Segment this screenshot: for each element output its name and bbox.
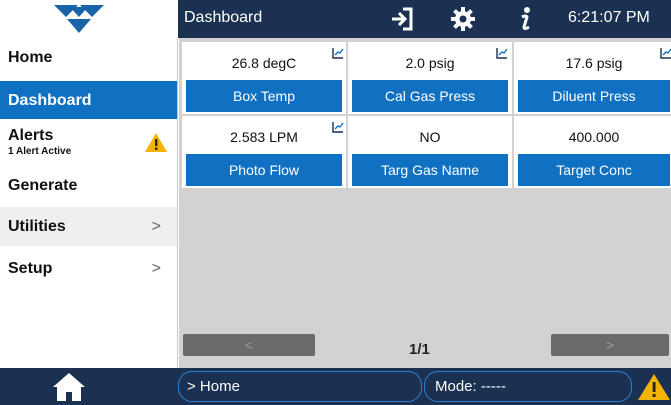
bottom-bar: > Home Mode: ----- xyxy=(0,368,671,405)
prev-page-button[interactable]: < xyxy=(183,334,315,356)
gear-icon[interactable] xyxy=(450,6,476,32)
tile-value: 2.0 psig xyxy=(405,55,455,71)
tile-value: 2.583 LPM xyxy=(230,129,298,145)
top-bar: Dashboard 6:21:07 PM xyxy=(0,0,671,38)
logout-icon[interactable] xyxy=(389,6,415,32)
home-button[interactable] xyxy=(52,372,86,402)
sidebar-item-utilities[interactable]: Utilities > xyxy=(0,207,177,246)
sidebar-item-label: Home xyxy=(8,49,53,66)
sidebar: Home Dashboard Alerts 1 Alert Active Gen… xyxy=(0,38,178,368)
alert-button[interactable] xyxy=(637,373,671,401)
dashboard-tile[interactable]: 400.000 Target Conc xyxy=(514,116,671,188)
dashboard-tile[interactable]: 26.8 degC Box Temp xyxy=(182,42,346,114)
sidebar-item-label: Alerts xyxy=(8,127,54,144)
graph-icon[interactable] xyxy=(332,121,344,133)
dashboard-tile[interactable]: NO Targ Gas Name xyxy=(348,116,512,188)
chevron-right-icon: > xyxy=(151,218,161,235)
sidebar-item-label: Generate xyxy=(8,177,78,194)
tile-value: NO xyxy=(419,129,441,145)
warning-icon xyxy=(638,374,670,400)
sidebar-item-label: Setup xyxy=(8,260,53,277)
tile-name: Photo Flow xyxy=(186,154,342,186)
tile-name: Targ Gas Name xyxy=(352,154,508,186)
home-icon xyxy=(53,373,85,401)
dashboard-panel: 26.8 degC Box Temp 2.0 psig Cal Gas Pres… xyxy=(179,38,671,368)
mode-status: Mode: ----- xyxy=(424,371,632,402)
tile-name: Box Temp xyxy=(186,80,342,112)
page-title: Dashboard xyxy=(184,9,263,26)
tile-value: 400.000 xyxy=(568,129,620,145)
alert-count-text: 1 Alert Active xyxy=(8,146,72,157)
sidebar-item-alerts[interactable]: Alerts 1 Alert Active xyxy=(0,123,177,163)
logo-area xyxy=(0,0,178,38)
dashboard-tile[interactable]: 17.6 psig Diluent Press xyxy=(514,42,671,114)
sidebar-item-label: Utilities xyxy=(8,218,66,235)
dashboard-tile[interactable]: 2.583 LPM Photo Flow xyxy=(182,116,346,188)
tile-value: 17.6 psig xyxy=(565,55,623,71)
clock: 6:21:07 PM xyxy=(568,9,650,26)
chevron-right-icon: > xyxy=(151,260,161,277)
tile-value: 26.8 degC xyxy=(231,55,297,71)
next-page-button[interactable]: > xyxy=(551,334,669,356)
graph-icon[interactable] xyxy=(332,47,344,59)
tile-name: Cal Gas Press xyxy=(352,80,508,112)
info-icon[interactable] xyxy=(513,6,539,32)
tile-name: Diluent Press xyxy=(518,80,670,112)
breadcrumb: > Home xyxy=(178,371,422,402)
sidebar-item-home[interactable]: Home xyxy=(0,38,177,76)
brand-logo-icon xyxy=(54,5,104,33)
sidebar-item-setup[interactable]: Setup > xyxy=(0,249,177,288)
dashboard-tile[interactable]: 2.0 psig Cal Gas Press xyxy=(348,42,512,114)
sidebar-item-generate[interactable]: Generate xyxy=(0,165,177,205)
sidebar-item-dashboard[interactable]: Dashboard xyxy=(0,81,177,119)
warning-icon xyxy=(145,133,167,152)
page-indicator: 1/1 xyxy=(409,341,430,358)
graph-icon[interactable] xyxy=(660,47,671,59)
sidebar-item-label: Dashboard xyxy=(8,92,92,109)
tile-name: Target Conc xyxy=(518,154,670,186)
graph-icon[interactable] xyxy=(496,47,508,59)
